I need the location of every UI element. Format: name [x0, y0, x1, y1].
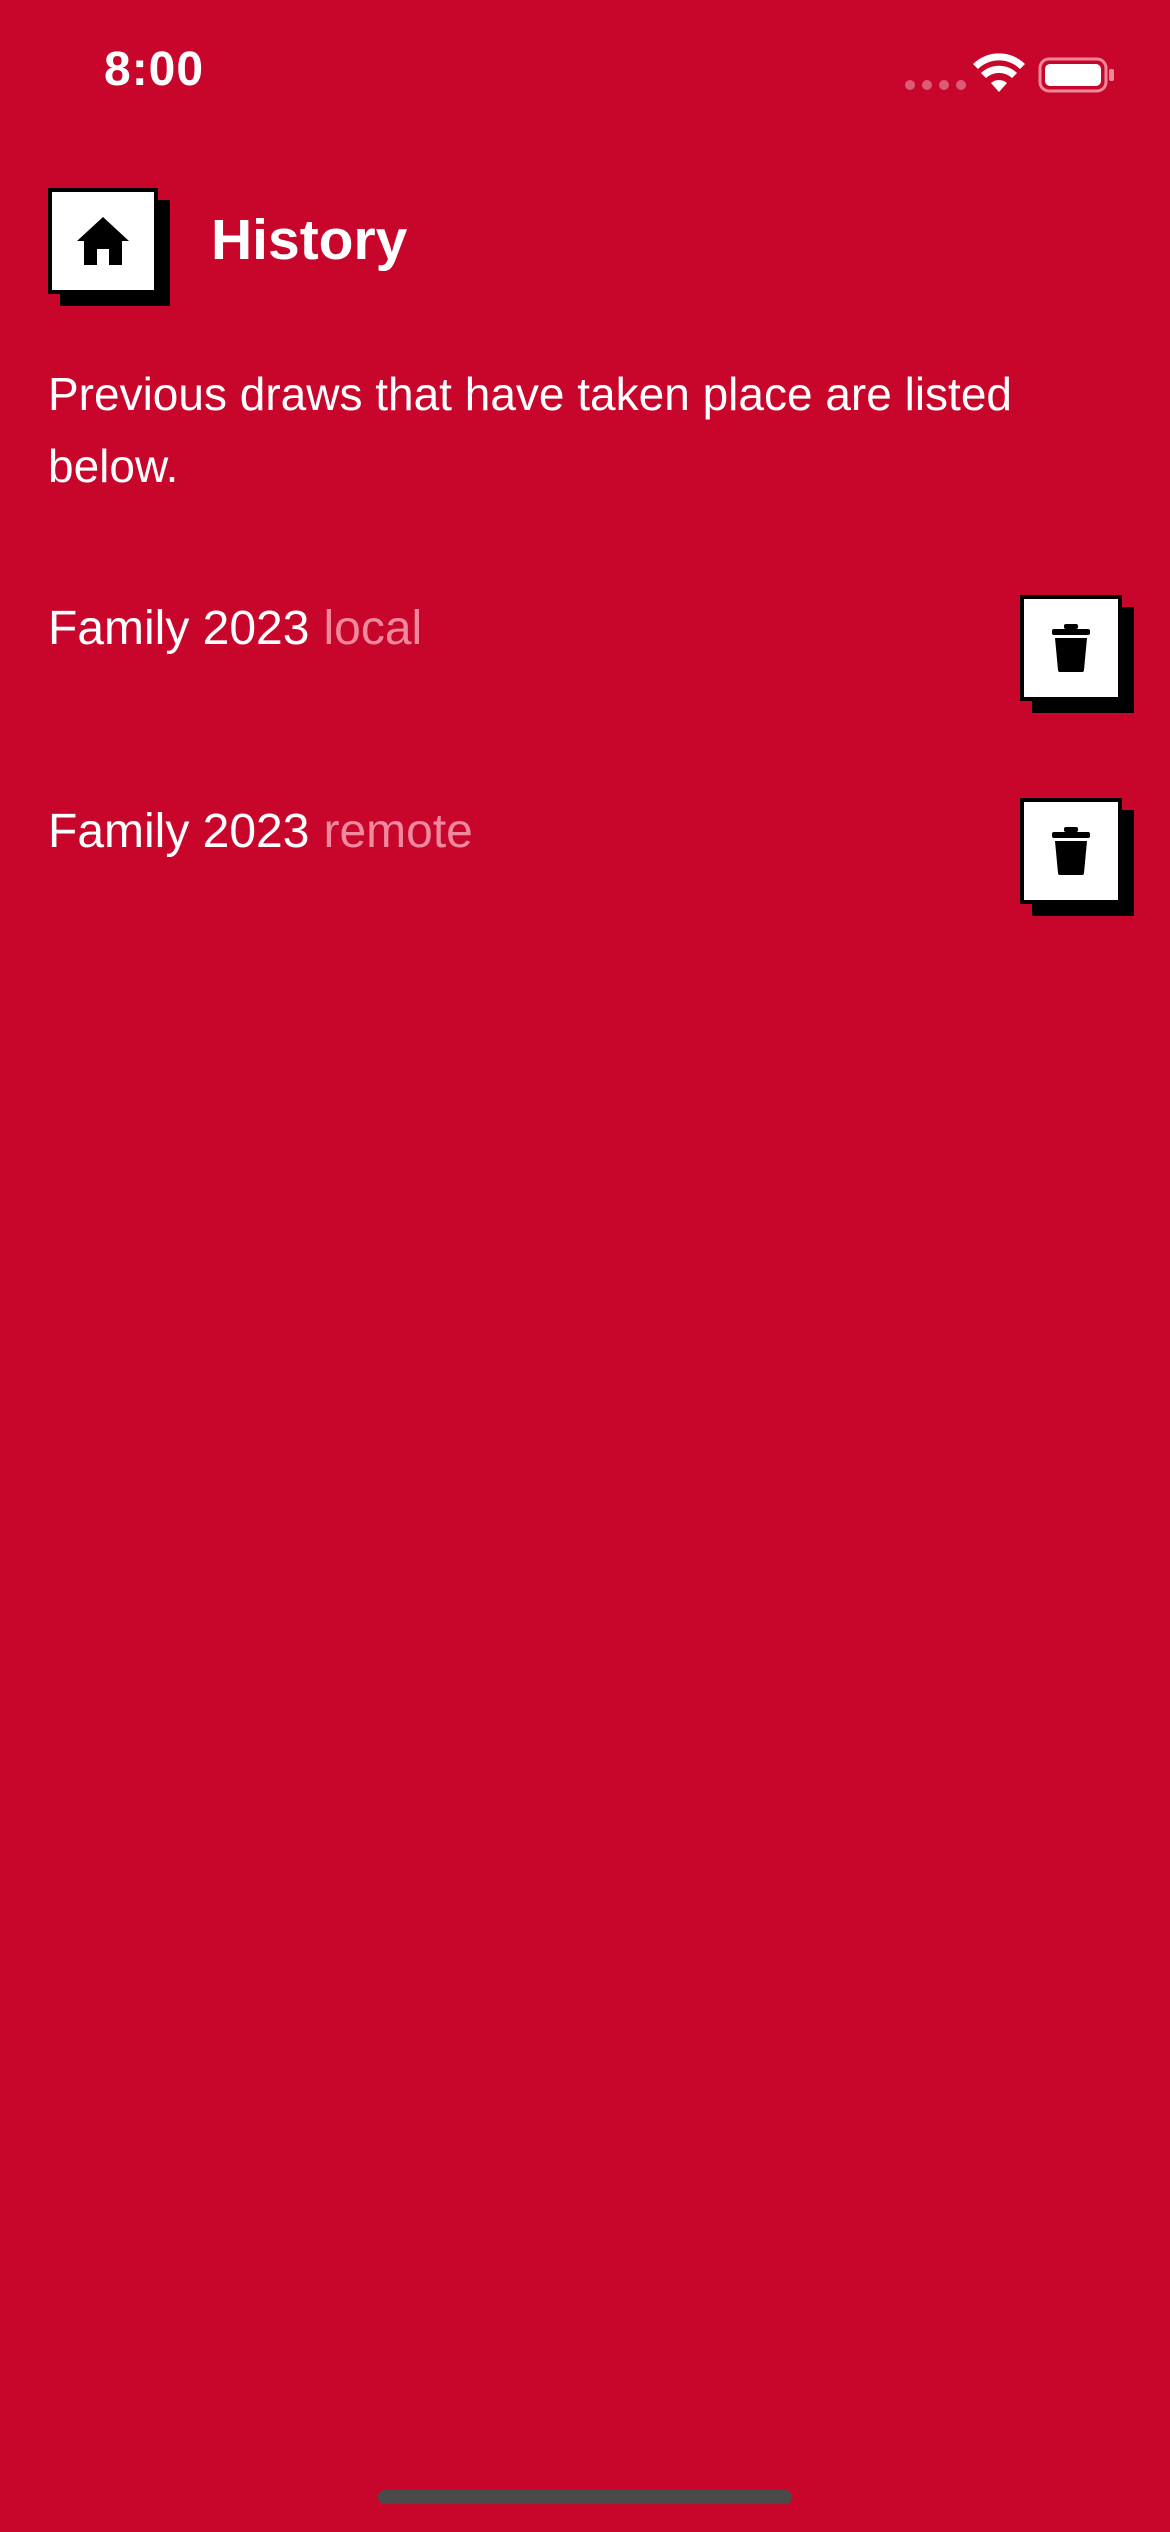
- list-item: Family 2023 local: [0, 595, 1170, 725]
- status-time: 8:00: [104, 43, 205, 96]
- home-button[interactable]: [48, 188, 158, 294]
- trash-icon: [1052, 827, 1090, 875]
- home-icon: [77, 217, 129, 265]
- draw-title: Family 2023: [48, 602, 310, 655]
- draw-name: Family 2023 local: [48, 597, 422, 661]
- list-item: Family 2023 remote: [0, 798, 1170, 928]
- battery-icon: [1038, 57, 1114, 93]
- page-title: History: [211, 208, 408, 272]
- draw-name: Family 2023 remote: [48, 800, 473, 864]
- wifi-icon: [973, 53, 1025, 92]
- delete-button[interactable]: [1020, 798, 1122, 904]
- home-indicator[interactable]: [378, 2490, 792, 2504]
- trash-icon: [1052, 624, 1090, 672]
- draw-source-label: local: [323, 602, 423, 655]
- delete-button[interactable]: [1020, 595, 1122, 701]
- page-description: Previous draws that have taken place are…: [48, 368, 1012, 492]
- history-screen: 8:00 History Previous draws that have ta…: [0, 0, 1170, 2532]
- cellular-signal-icon: [905, 80, 966, 90]
- draw-source-label: remote: [323, 805, 473, 858]
- draw-title: Family 2023: [48, 805, 310, 858]
